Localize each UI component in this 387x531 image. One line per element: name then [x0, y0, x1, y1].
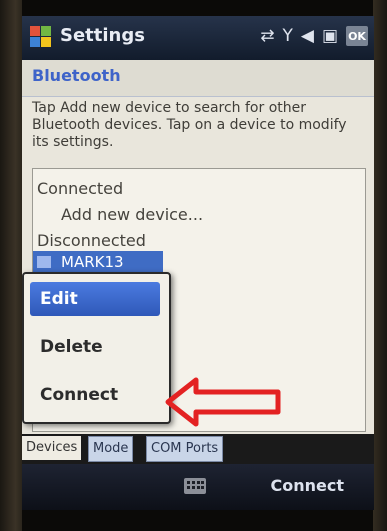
- windows-logo-icon[interactable]: [30, 26, 52, 48]
- volume-icon[interactable]: ◀: [301, 26, 314, 46]
- app-title: Settings: [60, 25, 145, 46]
- softkey-connect[interactable]: Connect: [271, 476, 345, 495]
- disconnected-header: Disconnected: [37, 231, 146, 250]
- menu-item-delete[interactable]: Delete: [30, 330, 160, 364]
- tab-devices[interactable]: Devices: [22, 436, 82, 460]
- context-menu: Edit Delete Connect: [22, 272, 171, 424]
- sync-icon[interactable]: ⇄: [260, 26, 274, 46]
- bluetooth-device-icon: [37, 256, 51, 268]
- ok-button[interactable]: OK: [346, 26, 368, 46]
- tab-mode[interactable]: Mode: [88, 436, 134, 462]
- device-bezel-right: [373, 0, 387, 531]
- device-screen: Settings ⇄ Y ◀ ▣ OK Bluetooth Tap Add ne…: [22, 16, 374, 510]
- instructions-text: Tap Add new device to search for other B…: [32, 100, 347, 150]
- keyboard-icon[interactable]: [184, 478, 206, 494]
- signal-off-icon[interactable]: Y: [282, 26, 292, 46]
- device-bezel-left: [0, 0, 22, 531]
- menu-item-connect[interactable]: Connect: [30, 378, 160, 412]
- device-name: MARK13: [61, 253, 124, 271]
- tab-com-ports[interactable]: COM Ports: [146, 436, 224, 462]
- status-icons: ⇄ Y ◀ ▣ OK: [260, 26, 368, 46]
- section-header: Bluetooth: [22, 60, 374, 97]
- battery-icon[interactable]: ▣: [322, 26, 338, 46]
- add-new-device-item[interactable]: Add new device...: [61, 205, 203, 224]
- red-arrow-annotation: [165, 377, 281, 427]
- softkey-bar: Connect: [22, 464, 374, 510]
- title-bar: Settings ⇄ Y ◀ ▣ OK: [22, 16, 374, 60]
- tab-strip: Devices Mode COM Ports: [22, 434, 374, 464]
- section-title: Bluetooth: [32, 66, 121, 85]
- menu-item-edit[interactable]: Edit: [30, 282, 160, 316]
- connected-header: Connected: [37, 179, 124, 198]
